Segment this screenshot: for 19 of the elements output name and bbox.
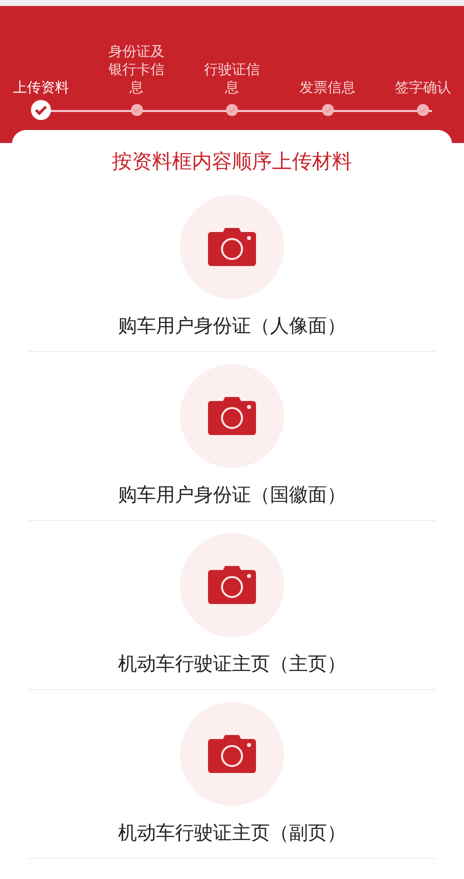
check-icon bbox=[226, 104, 238, 116]
check-icon bbox=[322, 104, 334, 116]
progress-step[interactable]: 行驶证信息 bbox=[199, 60, 265, 120]
progress-step[interactable]: 发票信息 bbox=[294, 78, 360, 120]
upload-label: 购车用户身份证（国徽面） bbox=[118, 483, 346, 508]
progress-step[interactable]: 身份证及银行卡信息 bbox=[104, 42, 170, 120]
progress-step[interactable]: 上传资料 bbox=[8, 78, 74, 120]
camera-icon bbox=[208, 566, 256, 604]
upload-label: 机动车行驶证主页（主页） bbox=[118, 652, 346, 677]
check-icon bbox=[31, 100, 51, 120]
camera-icon bbox=[208, 397, 256, 435]
upload-label: 机动车行驶证主页（副页） bbox=[118, 821, 346, 846]
check-icon bbox=[130, 104, 142, 116]
upload-label: 购车用户身份证（人像面） bbox=[118, 314, 346, 339]
progress-step[interactable]: 签字确认 bbox=[390, 78, 456, 120]
camera-icon bbox=[208, 228, 256, 266]
camera-icon bbox=[208, 735, 256, 773]
check-icon bbox=[417, 104, 429, 116]
instruction-title: 按资料框内容顺序上传材料 bbox=[111, 148, 353, 175]
